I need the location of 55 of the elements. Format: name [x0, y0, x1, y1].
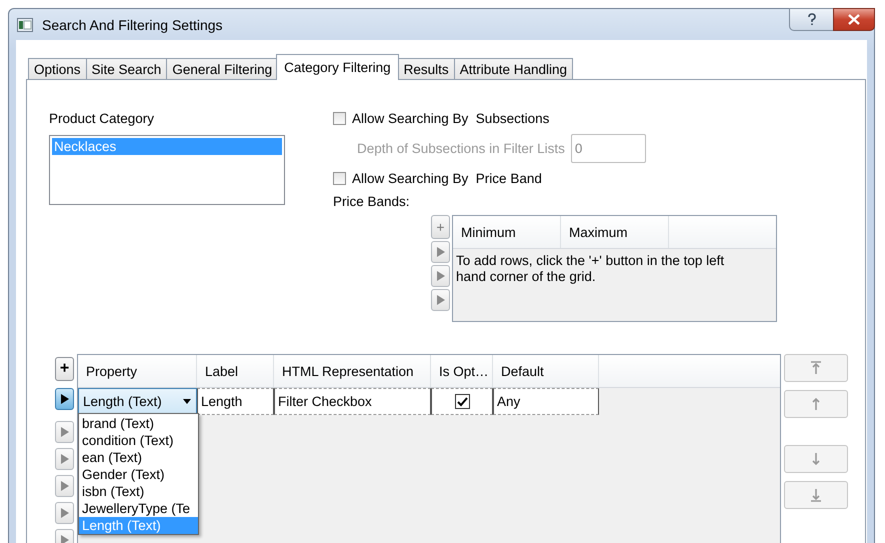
checkbox[interactable] — [333, 112, 346, 125]
window-title: Search And Filtering Settings — [42, 16, 223, 32]
add-row-button[interactable]: + — [431, 215, 450, 239]
column-header[interactable]: Is Opt… — [431, 355, 493, 387]
triangle-icon — [60, 454, 70, 464]
section-label: Price Bands: — [333, 194, 411, 209]
table-cell: Filter Checkbox — [274, 388, 431, 415]
triangle-icon — [436, 247, 446, 257]
table-cell: Length — [197, 388, 274, 415]
triangle-icon — [60, 481, 70, 491]
column-header[interactable]: Property — [78, 355, 197, 387]
tab[interactable]: General Filtering — [166, 58, 278, 80]
caret-icon — [183, 399, 191, 404]
column-header[interactable]: Minimum — [453, 216, 561, 248]
tab[interactable]: Results — [398, 58, 455, 80]
dropdown-item[interactable]: JewelleryType (Te — [79, 500, 198, 517]
checkbox[interactable] — [454, 394, 470, 409]
triangle-icon — [436, 295, 446, 305]
tab[interactable]: Category Filtering — [276, 54, 399, 80]
help-icon — [807, 13, 817, 26]
column-header[interactable]: Maximum — [561, 216, 669, 248]
dropdown-item[interactable]: isbn (Text) — [79, 483, 198, 500]
checkbox-label: Allow Searching By Subsections — [352, 111, 550, 126]
triangle-icon — [60, 508, 70, 518]
tab[interactable]: Attribute Handling — [454, 58, 574, 80]
triangle-icon — [60, 394, 70, 404]
arrow-icon — [810, 452, 822, 466]
arrow-icon — [810, 397, 822, 411]
dropdown-item[interactable]: ean (Text) — [79, 449, 198, 466]
property-dropdown[interactable]: Length (Text) — [78, 388, 197, 415]
empty-grid-message: To add rows, click the '+' button in the top left hand corner of the grid. — [455, 252, 726, 286]
dropdown-item[interactable]: brand (Text) — [79, 415, 198, 432]
column-header[interactable]: HTML Representation — [274, 355, 431, 387]
checkbox[interactable] — [333, 172, 346, 185]
arrow-icon — [810, 488, 822, 502]
triangle-icon — [436, 271, 446, 281]
triangle-icon — [60, 427, 70, 437]
field-label: Depth of Subsections in Filter Lists — [357, 141, 565, 156]
add-row-button[interactable]: + — [55, 357, 74, 381]
dropdown-item[interactable]: Gender (Text) — [79, 466, 198, 483]
tab[interactable]: Options — [28, 58, 87, 80]
dropdown-item[interactable]: condition (Text) — [79, 432, 198, 449]
help-button[interactable] — [789, 8, 835, 31]
triangle-icon — [60, 535, 70, 543]
close-button[interactable] — [833, 8, 875, 31]
close-icon — [848, 14, 860, 25]
checkbox-label: Allow Searching By Price Band — [352, 171, 542, 186]
arrow-icon — [810, 361, 822, 375]
app-icon — [17, 18, 33, 32]
tab[interactable]: Site Search — [86, 58, 168, 80]
field-label: Product Category — [49, 111, 156, 126]
table-cell: Any — [493, 388, 599, 415]
row-selector[interactable] — [55, 388, 74, 410]
column-header[interactable]: Default — [493, 355, 599, 387]
column-header[interactable]: Label — [197, 355, 274, 387]
